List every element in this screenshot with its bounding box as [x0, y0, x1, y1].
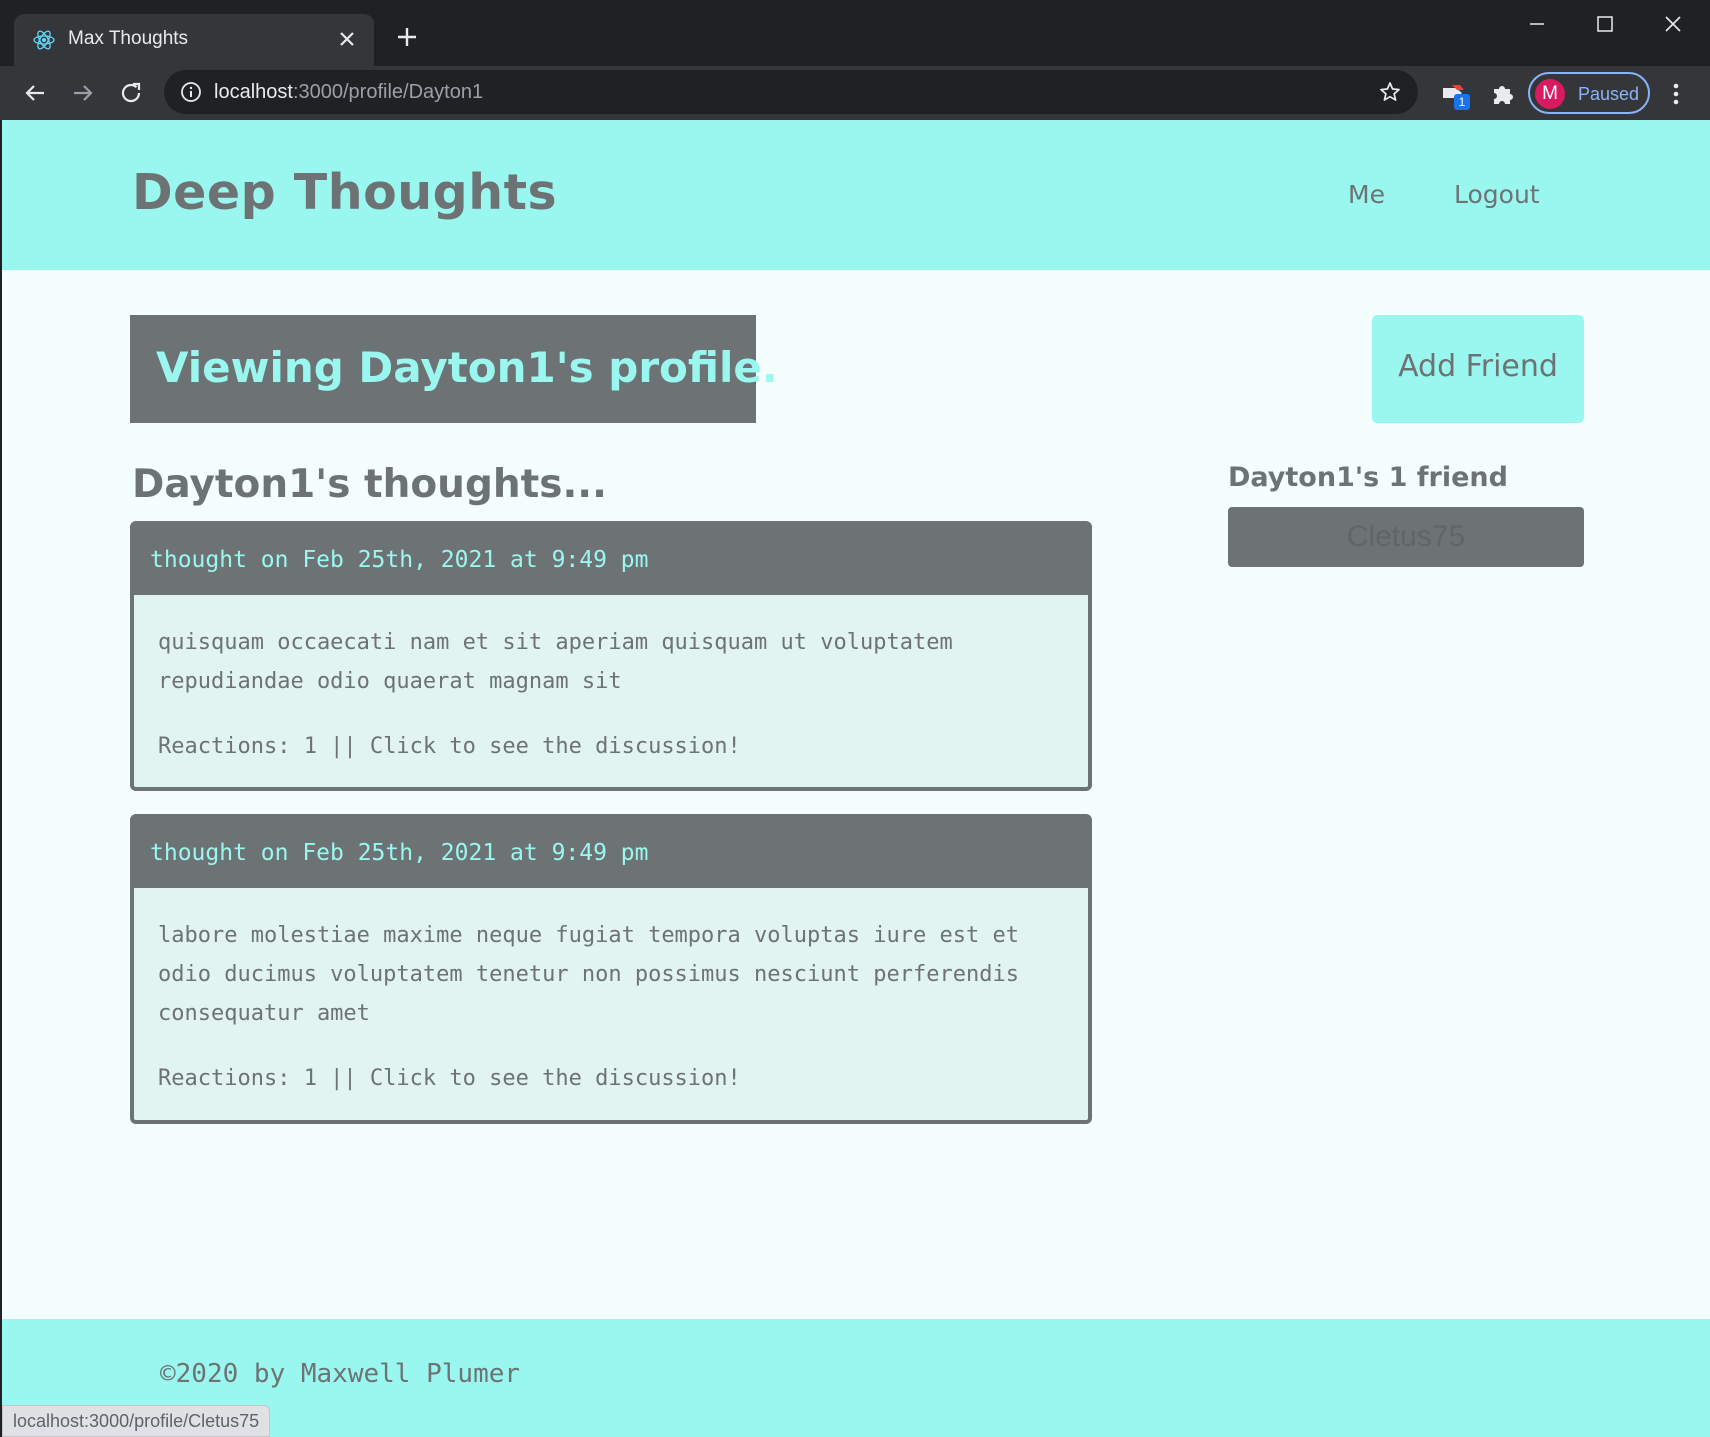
thought-body: quisquam occaecati nam et sit aperiam qu…: [134, 595, 1088, 766]
site-title[interactable]: Deep Thoughts: [132, 164, 557, 221]
tab-title: Max Thoughts: [68, 28, 189, 49]
url-text: localhost:3000/profile/Dayton1: [214, 81, 484, 103]
new-tab-icon[interactable]: [392, 22, 422, 52]
thoughts-heading: Dayton1's thoughts...: [132, 462, 607, 507]
profile-banner: Viewing Dayton1's profile.: [130, 315, 778, 423]
react-icon: [32, 28, 56, 52]
thought-card: thought on Feb 25th, 2021 at 9:49 pm lab…: [130, 814, 1092, 1124]
add-friend-label: Add Friend: [1398, 349, 1558, 384]
thought-text: labore molestiae maxime neque fugiat tem…: [158, 923, 1019, 1026]
extension-icon[interactable]: 1: [1440, 80, 1470, 110]
browser-titlebar: Max Thoughts: [0, 0, 1710, 66]
friend-name: Cletus75: [1346, 520, 1466, 553]
thought-header: thought on Feb 25th, 2021 at 9:49 pm: [134, 818, 1088, 888]
page-viewport: Deep Thoughts Me Logout Viewing Dayton1'…: [2, 120, 1710, 1437]
browser-toolbar: localhost:3000/profile/Dayton1 1 M Pause…: [0, 66, 1710, 120]
nav-link-me[interactable]: Me: [1348, 180, 1385, 209]
thought-header: thought on Feb 25th, 2021 at 9:49 pm: [134, 525, 1088, 595]
bookmark-star-icon[interactable]: [1378, 80, 1402, 104]
extension-badge: 1: [1454, 94, 1470, 110]
avatar: M: [1535, 79, 1565, 109]
site-info-icon[interactable]: [180, 81, 202, 103]
profile-status: Paused: [1578, 84, 1640, 104]
profile-button[interactable]: M Paused: [1528, 72, 1650, 114]
thought-date: thought on Feb 25th, 2021 at 9:49 pm: [150, 547, 649, 573]
page-title: Viewing Dayton1's profile.: [156, 343, 778, 392]
friends-heading: Dayton1's 1 friend: [1228, 462, 1508, 493]
maximize-icon[interactable]: [1580, 8, 1630, 42]
footer-copyright: ©2020 by Maxwell Plumer: [160, 1359, 521, 1389]
thought-card: thought on Feb 25th, 2021 at 9:49 pm qui…: [130, 521, 1092, 791]
friend-link-cletus75[interactable]: Cletus75: [1228, 507, 1584, 567]
thought-body: labore molestiae maxime neque fugiat tem…: [134, 888, 1088, 1098]
close-tab-icon[interactable]: [334, 26, 360, 52]
thought-text: quisquam occaecati nam et sit aperiam qu…: [158, 630, 953, 694]
nav-link-logout[interactable]: Logout: [1454, 180, 1540, 209]
puzzle-icon[interactable]: [1488, 80, 1516, 108]
forward-arrow-icon[interactable]: [68, 78, 98, 108]
thought-discussion-link[interactable]: Reactions: 1 || Click to see the discuss…: [158, 1059, 1064, 1098]
address-bar[interactable]: localhost:3000/profile/Dayton1: [164, 70, 1418, 114]
add-friend-button[interactable]: Add Friend: [1372, 315, 1584, 423]
reload-icon[interactable]: [116, 78, 146, 108]
browser-tab[interactable]: Max Thoughts: [14, 14, 374, 66]
back-arrow-icon[interactable]: [20, 78, 50, 108]
site-header: Deep Thoughts Me Logout: [2, 120, 1710, 270]
thought-date: thought on Feb 25th, 2021 at 9:49 pm: [150, 840, 649, 866]
thought-discussion-link[interactable]: Reactions: 1 || Click to see the discuss…: [158, 727, 1064, 766]
more-menu-icon[interactable]: [1666, 80, 1686, 108]
close-window-icon[interactable]: [1648, 8, 1698, 42]
link-status-bubble: localhost:3000/profile/Cletus75: [2, 1405, 271, 1437]
minimize-icon[interactable]: [1512, 8, 1562, 42]
